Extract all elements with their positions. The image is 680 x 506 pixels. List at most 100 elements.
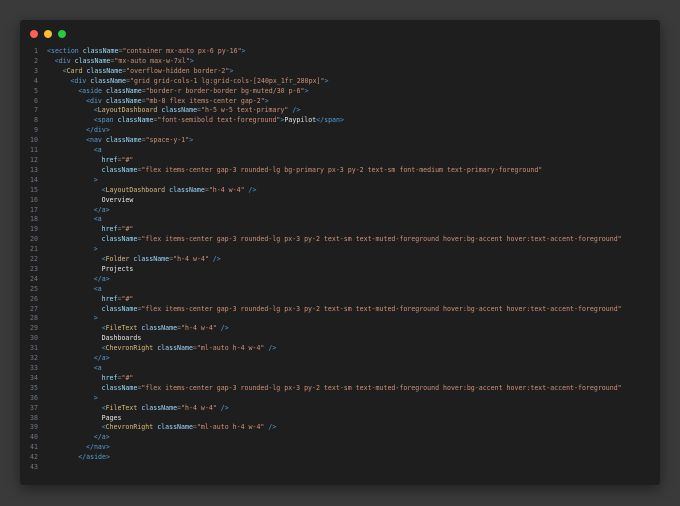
code-line: 14 > [20,176,660,186]
code-token: /> [264,344,277,353]
code-token: "border-r border-border bg-muted/30 p-6" [145,86,305,95]
code-text: <section className="container mx-auto px… [47,47,246,55]
line-number: 12 [30,155,38,164]
code-text: <aside className="border-r border-border… [47,87,308,95]
maximize-window-button[interactable] [58,30,66,38]
code-line: 18 <a [20,215,660,225]
code-token: /> [288,106,301,115]
code-token: <a [93,146,102,155]
line-number: 40 [30,433,38,442]
line-number: 31 [30,344,38,353]
code-token: "space-y-1" [145,136,190,145]
line-number: 30 [30,334,38,343]
code-token: "mb-8 flex items-center gap-2" [145,96,265,105]
code-token: /> [264,423,277,432]
code-token: className [101,383,138,392]
code-text: <FileText className="h-4 w-4" /> [47,324,229,332]
code-token: ChevronRight [105,344,158,353]
code-text: <div className="mx-auto max-w-7xl"> [47,57,194,65]
code-token: className [82,47,119,55]
code-text: <Card className="overflow-hidden border-… [47,67,234,75]
code-token: </nav> [86,443,110,452]
code-text: <div className="grid grid-cols-1 lg:grid… [47,77,328,85]
code-token: </div> [86,126,110,135]
code-text: <a [47,364,102,372]
code-token: > [264,96,269,105]
code-token: Overview [101,195,134,204]
code-token: className [105,86,142,95]
line-number: 28 [30,314,38,323]
code-line: 3 <Card className="overflow-hidden border… [20,67,660,77]
code-text: <span className="font-semibold text-fore… [47,116,344,124]
code-token: FileText [105,324,142,333]
code-line: 41 </nav> [20,443,660,453]
line-number: 18 [30,215,38,224]
code-text: <LayoutDashboard className="h-5 w-5 text… [47,106,301,115]
line-number: 27 [30,304,38,313]
code-token: Projects [101,264,134,273]
code-token: <nav [86,136,106,145]
code-token: className [90,76,126,85]
minimize-window-button[interactable] [44,30,52,38]
line-number: 15 [30,185,38,194]
code-line: 10 <nav className="space-y-1"> [20,136,660,146]
code-line: 32 </a> [20,354,660,364]
code-line: 8 <span className="font-semibold text-for… [20,116,660,126]
code-line: 6 <div className="mb-8 flex items-center … [20,97,660,107]
code-line: 24 </a> [20,275,660,285]
line-number: 35 [30,383,38,392]
code-text: Dashboards [47,334,142,342]
code-token: > [324,76,329,85]
code-text: </aside> [47,453,110,461]
code-text: </a> [47,433,110,441]
code-text: > [47,394,98,402]
code-token: "ml-auto h-4 w-4" [196,344,265,353]
code-token: > [304,86,309,95]
code-token: "ml-auto h-4 w-4" [196,423,265,432]
line-number: 8 [34,116,38,125]
code-line: 17 </a> [20,206,660,216]
line-number: 13 [30,165,38,174]
line-number: 1 [34,47,38,55]
code-line: 29 <FileText className="h-4 w-4" /> [20,324,660,334]
code-token: className [105,136,142,145]
code-token: "h-4 w-4" [181,403,217,412]
code-token: "flex items-center gap-3 rounded-lg px-3… [141,235,622,244]
code-line: 31 <ChevronRight className="ml-auto h-4 w… [20,344,660,354]
code-line: 13 className="flex items-center gap-3 rou… [20,166,660,176]
line-number: 24 [30,274,38,283]
line-number: 10 [30,136,38,145]
line-number: 20 [30,235,38,244]
code-token: className [157,423,193,432]
code-line: 7 <LayoutDashboard className="h-5 w-5 tex… [20,106,660,116]
code-token: </a> [93,354,110,363]
code-text: <ChevronRight className="ml-auto h-4 w-4… [47,423,277,432]
code-line: 15 <LayoutDashboard className="h-4 w-4" /… [20,186,660,196]
close-window-button[interactable] [30,30,38,38]
code-line: 39 <ChevronRight className="ml-auto h-4 w… [20,423,660,433]
code-token: > [241,47,246,55]
code-line: 37 <FileText className="h-4 w-4" /> [20,404,660,414]
code-token: className [141,324,178,333]
line-number: 25 [30,284,38,293]
code-text: > [47,176,98,184]
code-text: <nav className="space-y-1"> [47,136,193,144]
code-token: <div [54,56,75,65]
code-line: 28 > [20,314,660,324]
line-number: 37 [30,403,38,412]
code-token: className [101,304,138,313]
code-text: className="flex items-center gap-3 round… [47,305,622,313]
code-line: 19 href="#" [20,225,660,235]
code-text: href="#" [47,374,134,382]
code-token: className [141,403,178,412]
code-line: 36 > [20,394,660,404]
code-token: LayoutDashboard [105,185,170,194]
code-token: > [93,175,98,184]
code-token: href [101,155,118,164]
code-line: 21 > [20,245,660,255]
code-editor[interactable]: 1 <section className="container mx-auto p… [20,47,660,473]
code-token: "#" [121,294,134,303]
code-token: </aside> [78,453,110,462]
code-token: /> [208,255,221,264]
code-token: Pages [101,413,122,422]
